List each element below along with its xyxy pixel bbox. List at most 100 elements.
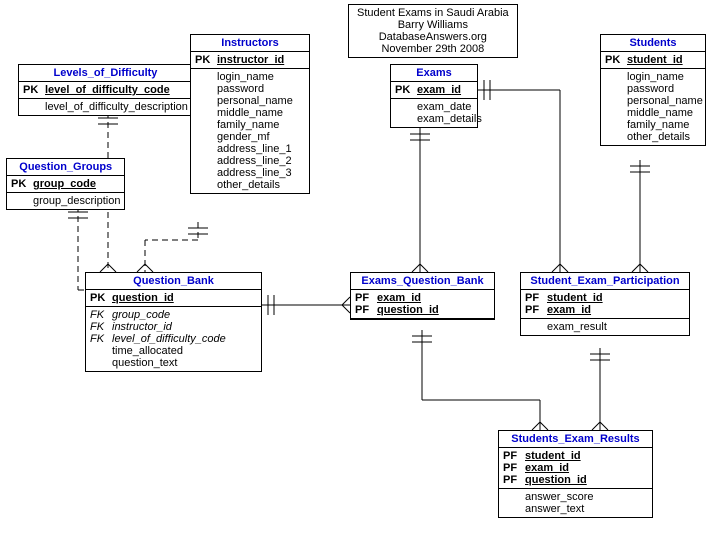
key-label: PF (525, 292, 547, 304)
attribute-row: group_description (11, 195, 120, 207)
entity-title: Levels_of_Difficulty (19, 65, 192, 82)
key-label (503, 491, 525, 503)
key-label (11, 195, 33, 207)
attribute-name: student_id (627, 54, 701, 66)
attribute-row: FKinstructor_id (90, 321, 257, 333)
attribute-row: PFstudent_id (525, 292, 685, 304)
attribute-name: middle_name (217, 107, 305, 119)
attribute-row: personal_name (605, 95, 701, 107)
attribute-row: PFexam_id (355, 292, 490, 304)
attribute-name: other_details (627, 131, 701, 143)
key-label (503, 503, 525, 515)
attribute-row: PKgroup_code (11, 178, 120, 190)
key-label (90, 345, 112, 357)
attribute-row: exam_details (395, 113, 473, 125)
attribute-row: personal_name (195, 95, 305, 107)
attribute-name: exam_id (417, 84, 473, 96)
attribute-name: personal_name (627, 95, 703, 107)
attribute-row: FKlevel_of_difficulty_code (90, 333, 257, 345)
diagram-info-box: Student Exams in Saudi Arabia Barry Will… (348, 4, 518, 58)
key-label (395, 113, 417, 125)
key-label: PK (90, 292, 112, 304)
attribute-name: level_of_difficulty_code (112, 333, 257, 345)
attribute-row: PFexam_id (525, 304, 685, 316)
attribute-name: exam_id (377, 292, 490, 304)
key-label (195, 155, 217, 167)
attribute-name: exam_date (417, 101, 473, 113)
attribute-name: group_description (33, 195, 120, 207)
attribute-name: exam_id (547, 304, 685, 316)
attribute-name: answer_text (525, 503, 648, 515)
key-label: PF (355, 292, 377, 304)
key-label (195, 119, 217, 131)
entity-title: Question_Bank (86, 273, 261, 290)
entity-exams-question-bank: Exams_Question_Bank PFexam_idPFquestion_… (350, 272, 495, 320)
attribute-name: instructor_id (217, 54, 305, 66)
key-label (195, 95, 217, 107)
attribute-row: answer_text (503, 503, 648, 515)
key-label: PF (503, 462, 525, 474)
attribute-row: address_line_3 (195, 167, 305, 179)
entity-exams: Exams PKexam_id exam_dateexam_details (390, 64, 478, 128)
info-line1: Student Exams in Saudi Arabia (357, 7, 509, 19)
attribute-name: personal_name (217, 95, 305, 107)
key-label: FK (90, 333, 112, 345)
attribute-name: exam_result (547, 321, 685, 333)
attribute-name: exam_id (525, 462, 648, 474)
attribute-row: middle_name (605, 107, 701, 119)
attribute-row: address_line_2 (195, 155, 305, 167)
attribute-row: family_name (195, 119, 305, 131)
key-label: PK (11, 178, 33, 190)
attribute-name: instructor_id (112, 321, 257, 333)
key-label (195, 71, 217, 83)
attribute-row: PKinstructor_id (195, 54, 305, 66)
attribute-row: password (195, 83, 305, 95)
attribute-name: question_id (377, 304, 490, 316)
entity-student-exam-participation: Student_Exam_Participation PFstudent_idP… (520, 272, 690, 336)
entity-question-bank: Question_Bank PKquestion_id FKgroup_code… (85, 272, 262, 372)
key-label (195, 167, 217, 179)
attribute-name: address_line_1 (217, 143, 305, 155)
key-label (195, 83, 217, 95)
key-label (195, 107, 217, 119)
attribute-name: login_name (627, 71, 701, 83)
key-label: FK (90, 309, 112, 321)
attribute-row: PKexam_id (395, 84, 473, 96)
key-label: PK (605, 54, 627, 66)
attribute-name: family_name (627, 119, 701, 131)
attribute-row: PKquestion_id (90, 292, 257, 304)
attribute-row: PKlevel_of_difficulty_code (23, 84, 188, 96)
attribute-row: login_name (195, 71, 305, 83)
attribute-row: other_details (605, 131, 701, 143)
key-label (605, 71, 627, 83)
attribute-row: FKgroup_code (90, 309, 257, 321)
key-label (195, 143, 217, 155)
attribute-name: other_details (217, 179, 305, 191)
attribute-row: answer_score (503, 491, 648, 503)
entity-instructors: Instructors PKinstructor_id login_namepa… (190, 34, 310, 194)
key-label (525, 321, 547, 333)
entity-students-exam-results: Students_Exam_Results PFstudent_idPFexam… (498, 430, 653, 518)
attribute-name: level_of_difficulty_description (45, 101, 188, 113)
attribute-row: middle_name (195, 107, 305, 119)
key-label (605, 95, 627, 107)
attribute-name: question_id (112, 292, 257, 304)
attribute-name: password (627, 83, 701, 95)
attribute-name: address_line_3 (217, 167, 305, 179)
key-label (605, 83, 627, 95)
attribute-name: exam_details (417, 113, 482, 125)
key-label: PK (395, 84, 417, 96)
key-label (395, 101, 417, 113)
attribute-name: student_id (525, 450, 648, 462)
entity-levels-of-difficulty: Levels_of_Difficulty PKlevel_of_difficul… (18, 64, 193, 116)
attribute-row: PFquestion_id (355, 304, 490, 316)
entity-title: Exams (391, 65, 477, 82)
key-label (90, 357, 112, 369)
attribute-row: question_text (90, 357, 257, 369)
info-line3: DatabaseAnswers.org (357, 31, 509, 43)
key-label: PK (195, 54, 217, 66)
attribute-row: PFexam_id (503, 462, 648, 474)
key-label: PF (503, 450, 525, 462)
attribute-row: gender_mf (195, 131, 305, 143)
entity-students: Students PKstudent_id login_namepassword… (600, 34, 706, 146)
